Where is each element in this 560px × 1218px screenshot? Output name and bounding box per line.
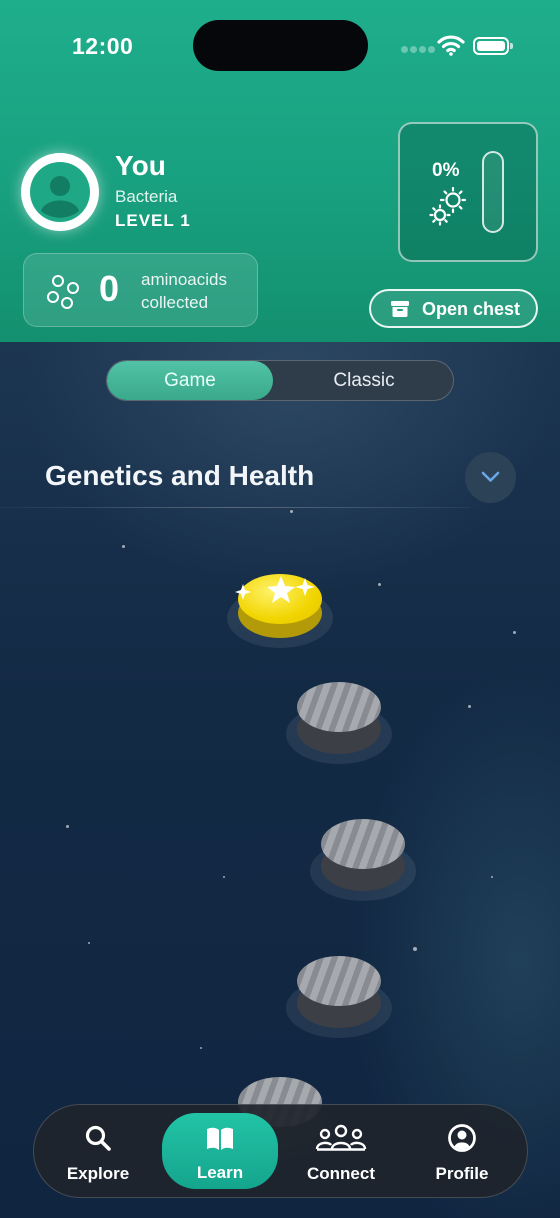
progress-card[interactable]: 0% xyxy=(398,122,538,262)
lesson-node-locked[interactable] xyxy=(310,817,416,907)
tab-learn-label: Learn xyxy=(196,1163,244,1182)
aminoacids-card: 0 aminoacids collected xyxy=(23,253,258,327)
tab-bar: Explore Learn Connect Profile xyxy=(33,1104,528,1198)
dynamic-island xyxy=(193,20,368,71)
molecules-icon xyxy=(47,275,79,309)
people-icon xyxy=(315,1124,367,1151)
open-chest-button[interactable]: Open chest xyxy=(369,289,538,328)
status-bar: 12:00 xyxy=(0,0,560,92)
chest-icon xyxy=(391,301,409,317)
signal-icon xyxy=(401,46,435,54)
mode-toggle: Game Classic xyxy=(106,360,454,401)
battery-icon xyxy=(473,37,513,55)
mode-game-tab[interactable]: Game xyxy=(107,361,273,400)
wifi-icon xyxy=(437,35,465,56)
mode-classic-tab[interactable]: Classic xyxy=(273,361,453,400)
aminoacids-count: 0 xyxy=(99,268,120,309)
tab-connect-label: Connect xyxy=(307,1164,375,1183)
tab-learn[interactable]: Learn xyxy=(162,1113,278,1189)
tab-explore-label: Explore xyxy=(66,1164,130,1183)
tab-explore[interactable]: Explore xyxy=(40,1105,156,1197)
tab-profile-label: Profile xyxy=(435,1164,489,1183)
section-collapse-button[interactable] xyxy=(465,452,516,503)
search-icon xyxy=(85,1125,111,1151)
section-title: Genetics and Health xyxy=(45,460,315,491)
lesson-node-locked[interactable] xyxy=(286,954,392,1044)
chevron-down-icon xyxy=(481,471,500,482)
section-divider xyxy=(0,507,470,508)
avatar[interactable] xyxy=(21,153,99,231)
gears-icon xyxy=(429,187,467,226)
tab-profile[interactable]: Profile xyxy=(404,1105,520,1197)
book-icon xyxy=(207,1127,233,1150)
open-chest-label: Open chest xyxy=(422,299,521,319)
progress-percent: 0% xyxy=(432,160,460,181)
tab-connect[interactable]: Connect xyxy=(283,1105,399,1197)
profile-header: 12:00 You Bacteria LEVEL 1 0 aminoacids … xyxy=(0,0,560,342)
person-circle-icon xyxy=(448,1124,476,1152)
aminoacids-label: aminoacids collected xyxy=(141,270,227,312)
user-level: LEVEL 1 xyxy=(115,211,191,230)
user-species: Bacteria xyxy=(115,187,178,206)
status-time: 12:00 xyxy=(72,33,134,59)
lesson-node-locked[interactable] xyxy=(286,680,392,770)
progress-bar xyxy=(482,151,504,233)
lesson-node-completed[interactable] xyxy=(227,566,333,650)
stars-icon xyxy=(235,576,315,603)
user-name: You xyxy=(115,150,166,181)
